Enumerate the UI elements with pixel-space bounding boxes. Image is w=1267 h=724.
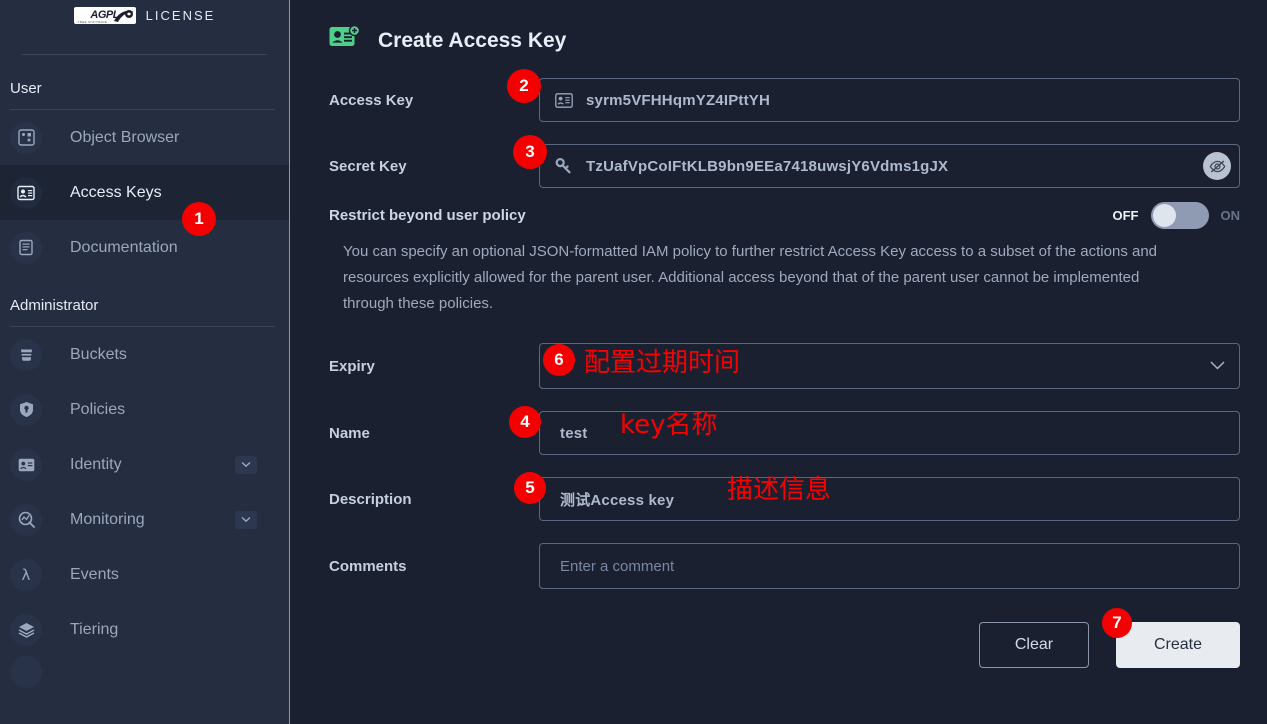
sidebar-item-object-browser-label: Object Browser [70,128,180,146]
description-label: Description [329,490,412,508]
access-keys-icon [10,176,42,209]
chevron-down-icon[interactable] [1210,357,1225,375]
monitoring-icon [10,503,42,536]
page-header: Create Access Key [320,0,1267,56]
license-label: LICENSE [145,7,216,23]
sidebar-item-monitoring-label: Monitoring [70,510,145,528]
callout-marker-3: 3 [513,135,547,169]
sidebar-item-monitoring[interactable]: Monitoring [0,492,289,547]
description-value: 测试Access key [560,491,675,509]
license-logo-row: AGPL FREE SOFTWARE LICENSE [0,0,289,28]
sidebar-item-partial[interactable] [0,656,289,688]
restrict-policy-helper-text: You can specify an optional JSON-formatt… [343,243,1158,312]
lock-icon [10,393,42,426]
sidebar-item-events-label: Events [70,565,119,583]
key-icon [550,158,578,174]
create-button[interactable]: Create [1116,622,1240,668]
description-field[interactable]: 测试Access key [539,477,1240,521]
partial-nav-icon [10,656,42,688]
sidebar-item-identity-label: Identity [70,455,122,473]
form-actions: Clear Create 7 [329,608,1240,668]
chevron-down-icon[interactable] [235,510,257,529]
access-key-value: syrm5VFHHqmYZ4IPttYH [586,91,771,109]
annotation-expiry-note: 配置过期时间 [584,348,741,378]
sidebar-item-events[interactable]: λ Events [0,547,289,602]
create-access-key-icon [329,24,361,56]
name-value: test [560,424,588,442]
layers-icon [10,613,42,646]
toggle-on-label: ON [1220,208,1241,223]
sidebar-item-documentation[interactable]: Documentation [0,220,289,275]
app-root: AGPL FREE SOFTWARE LICENSE User Object B… [0,0,1267,724]
comments-label: Comments [329,557,407,575]
comments-row: Comments Enter a comment [329,543,1240,589]
chevron-down-icon[interactable] [235,455,257,474]
sidebar-item-buckets-label: Buckets [70,345,127,363]
sidebar-item-documentation-label: Documentation [70,238,178,256]
sidebar-section-user-title: User [10,80,42,97]
annotation-description-note: 描述信息 [727,475,832,505]
sidebar-section-administrator-title: Administrator [10,297,99,314]
sidebar-item-policies[interactable]: Policies [0,382,289,437]
documentation-icon [10,231,42,264]
access-key-field[interactable]: syrm5VFHHqmYZ4IPttYH [539,78,1240,122]
bucket-icon [10,338,42,371]
name-label: Name [329,424,370,442]
restrict-policy-toggle-group: OFF ON [1112,202,1241,229]
callout-marker-1: 1 [182,202,216,236]
sidebar-item-policies-label: Policies [70,400,126,418]
description-row: Description 测试Access key 5 描述信息 [329,472,1240,521]
sidebar-item-tiering-label: Tiering [70,620,119,638]
expiry-label: Expiry [329,357,375,375]
main-content: Create Access Key Access Key syrm5VFHHqm… [289,0,1267,724]
callout-marker-6: 6 [543,344,575,376]
callout-marker-7: 7 [1102,608,1132,638]
restrict-policy-label: Restrict beyond user policy [329,207,526,224]
sidebar-item-tiering[interactable]: Tiering [0,602,289,657]
agpl-logo-icon: AGPL FREE SOFTWARE [73,6,136,24]
svg-text:λ: λ [22,566,31,583]
callout-marker-4: 4 [509,406,541,438]
secret-key-label: Secret Key [329,157,407,175]
restrict-policy-row: Restrict beyond user policy OFF ON [329,202,1240,229]
toggle-knob [1152,204,1176,227]
sidebar-item-identity[interactable]: Identity [0,437,289,492]
toggle-off-label: OFF [1112,208,1139,223]
callout-marker-5: 5 [514,472,546,504]
lambda-icon: λ [10,558,42,591]
restrict-policy-toggle[interactable] [1150,202,1209,229]
access-key-row: Access Key syrm5VFHHqmYZ4IPttYH 2 [329,69,1240,122]
sidebar-item-object-browser[interactable]: Object Browser [0,110,289,165]
object-browser-icon [10,121,42,154]
expiry-row: Expiry 6 配置过期时间 [329,343,1240,389]
eye-off-icon[interactable] [1203,152,1231,180]
identity-card-icon [10,448,42,481]
create-access-key-form: Access Key syrm5VFHHqmYZ4IPttYH 2 Secret… [320,69,1267,668]
comments-placeholder: Enter a comment [560,557,675,575]
sidebar: AGPL FREE SOFTWARE LICENSE User Object B… [0,0,289,724]
secret-key-row: Secret Key TzUafVpCoIFtKLB9bn9EEa7418uws… [329,135,1240,188]
comments-field[interactable]: Enter a comment [539,543,1240,589]
clear-button[interactable]: Clear [979,622,1089,668]
sidebar-item-access-keys-label: Access Keys [70,183,162,201]
secret-key-value: TzUafVpCoIFtKLB9bn9EEa7418uwsjY6Vdms1gJX [586,157,949,175]
page-title: Create Access Key [378,28,567,52]
callout-marker-2: 2 [507,69,541,103]
agpl-logo-subtext: FREE SOFTWARE [77,19,108,24]
sidebar-item-access-keys[interactable]: Access Keys [0,165,289,220]
secret-key-field[interactable]: TzUafVpCoIFtKLB9bn9EEa7418uwsjY6Vdms1gJX [539,144,1240,188]
sidebar-item-buckets[interactable]: Buckets [0,327,289,382]
annotation-name-note: key名称 [620,410,718,440]
id-card-icon [550,92,578,108]
agpl-swoosh-icon [113,9,134,22]
access-key-label: Access Key [329,91,414,109]
name-row: Name test 4 key名称 [329,406,1240,455]
